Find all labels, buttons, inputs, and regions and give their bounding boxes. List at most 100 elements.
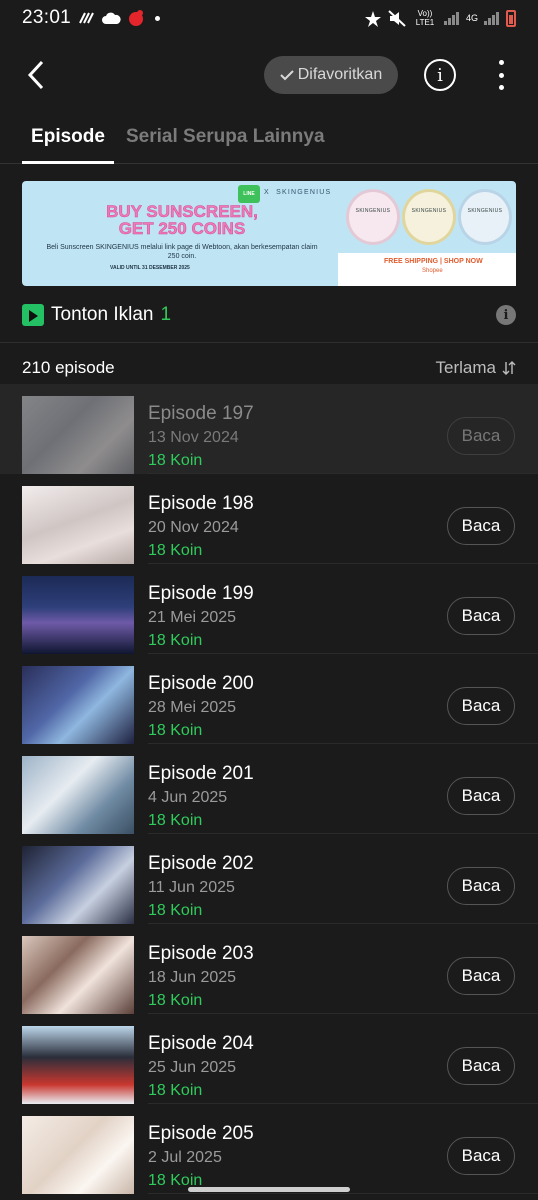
episode-row[interactable]: Episode 204 25 Jun 2025 18 Koin Baca (0, 1014, 538, 1104)
sort-label: Terlama (435, 358, 496, 377)
battery-icon (506, 9, 516, 27)
banner-valid: VALID UNTIL 31 DESEMBER 2025 (110, 265, 190, 271)
episode-thumbnail (22, 486, 134, 564)
episode-date: 28 Mei 2025 (148, 699, 237, 716)
system-icons: Vo)) LTE1 4G (364, 9, 516, 27)
banner-headline-2: GET 250 COINS (118, 219, 246, 238)
signal-2-icon (484, 11, 500, 25)
episode-price: 18 Koin (148, 992, 203, 1009)
status-bar: 23:01 Vo)) LTE1 4G (0, 0, 538, 36)
episode-date: 4 Jun 2025 (148, 789, 228, 806)
banner-brand: X SKINGENIUS (264, 189, 331, 196)
more-notifications-dot-icon (155, 15, 161, 21)
chevron-left-icon (27, 60, 44, 90)
episode-row[interactable]: Episode 200 28 Mei 2025 18 Koin Baca (0, 654, 538, 744)
notification-icons (79, 9, 161, 27)
network-label-lte: Vo)) LTE1 (415, 9, 435, 27)
episode-title: Episode 199 (148, 583, 254, 604)
banner-x-sign: X (264, 189, 270, 196)
read-button[interactable]: Baca (447, 1047, 515, 1085)
episode-date: 2 Jul 2025 (148, 1149, 222, 1166)
favorite-button[interactable]: Difavoritkan (264, 56, 398, 94)
episode-title: Episode 205 (148, 1123, 254, 1144)
episode-date: 21 Mei 2025 (148, 609, 237, 626)
more-options-button[interactable] (490, 60, 512, 90)
episode-price: 18 Koin (148, 632, 203, 649)
tab-episode[interactable]: Episode (22, 126, 114, 164)
episode-thumbnail (22, 756, 134, 834)
episode-title: Episode 204 (148, 1033, 254, 1054)
gift-play-icon (22, 304, 44, 326)
divider (0, 342, 538, 343)
product-label: SKINGENIUS (355, 208, 391, 214)
episode-thumbnail (22, 396, 134, 474)
episode-row[interactable]: Episode 198 20 Nov 2024 18 Koin Baca (0, 474, 538, 564)
episode-thumbnail (22, 1026, 134, 1104)
read-button[interactable]: Baca (447, 867, 515, 905)
info-icon: i (437, 64, 443, 86)
read-button[interactable]: Baca (447, 687, 515, 725)
back-button[interactable] (22, 58, 52, 92)
read-button[interactable]: Baca (447, 957, 515, 995)
banner-headline-1: BUY SUNSCREEN, (106, 202, 258, 221)
banner-headline: BUY SUNSCREEN, GET 250 COINS (82, 202, 282, 238)
missed-call-icon (79, 12, 94, 24)
episode-thumbnail (22, 846, 134, 924)
read-button[interactable]: Baca (447, 777, 515, 815)
watch-ad-count: 1 (160, 304, 172, 325)
episode-row[interactable]: Episode 203 18 Jun 2025 18 Koin Baca (0, 924, 538, 1014)
episode-price: 18 Koin (148, 812, 203, 829)
episode-title: Episode 201 (148, 763, 254, 784)
banner-text-area: LINE X SKINGENIUS BUY SUNSCREEN, GET 250… (22, 181, 338, 286)
status-time: 23:01 (22, 7, 72, 28)
mute-icon (388, 9, 406, 27)
episode-row[interactable]: Episode 197 13 Nov 2024 18 Koin Baca (0, 384, 538, 474)
episode-title: Episode 202 (148, 853, 254, 874)
episode-title: Episode 197 (148, 403, 254, 424)
ad-info-icon[interactable]: i (496, 305, 516, 325)
home-indicator[interactable] (188, 1187, 350, 1192)
top-app-bar: Difavoritkan i (0, 44, 538, 108)
episode-date: 20 Nov 2024 (148, 519, 239, 536)
tab-bar: Episode Serial Serupa Lainnya (0, 116, 538, 164)
webtoon-logo: LINE (238, 185, 260, 203)
episode-thumbnail (22, 576, 134, 654)
episode-row[interactable]: Episode 199 21 Mei 2025 18 Koin Baca (0, 564, 538, 654)
episode-row[interactable]: Episode 205 2 Jul 2025 18 Koin Baca (0, 1104, 538, 1194)
info-button[interactable]: i (424, 59, 456, 91)
sort-button[interactable]: Terlama (436, 358, 516, 378)
product-label: SKINGENIUS (467, 208, 503, 214)
episode-thumbnail (22, 936, 134, 1014)
episode-price: 18 Koin (148, 722, 203, 739)
episode-price: 18 Koin (148, 1082, 203, 1099)
episode-date: 13 Nov 2024 (148, 429, 239, 446)
tab-similar-series[interactable]: Serial Serupa Lainnya (126, 126, 325, 148)
read-button[interactable]: Baca (447, 597, 515, 635)
episode-price: 18 Koin (148, 452, 203, 469)
episode-title: Episode 200 (148, 673, 254, 694)
episode-thumbnail (22, 1116, 134, 1194)
app-notification-icon (129, 10, 144, 26)
read-button[interactable]: Baca (447, 1137, 515, 1175)
episode-thumbnail (22, 666, 134, 744)
network-label-4g: 4G (465, 13, 478, 23)
episode-row[interactable]: Episode 201 4 Jun 2025 18 Koin Baca (0, 744, 538, 834)
cloud-icon (102, 12, 121, 24)
more-dot-icon (498, 72, 504, 78)
favorite-label: Difavoritkan (297, 66, 383, 83)
watch-ad-label: Tonton Iklan (51, 304, 154, 325)
episode-row[interactable]: Episode 202 11 Jun 2025 18 Koin Baca (0, 834, 538, 924)
product-blue: SKINGENIUS (458, 189, 512, 245)
episode-list-header: 210 episode Terlama (22, 356, 516, 380)
read-button[interactable]: Baca (447, 417, 515, 455)
signal-1-icon (443, 11, 460, 25)
banner-description: Beli Sunscreen SKINGENIUS melalui link p… (46, 244, 318, 260)
watch-ad-row[interactable]: Tonton Iklan 1 i (22, 301, 516, 329)
banner-shop: Shopee (422, 268, 443, 274)
row-divider (148, 1193, 538, 1194)
product-yellow: SKINGENIUS (402, 189, 456, 245)
read-button[interactable]: Baca (447, 507, 515, 545)
banner-shipping: FREE SHIPPING | SHOP NOW (384, 258, 483, 265)
sort-arrows-icon (502, 361, 516, 375)
episode-date: 25 Jun 2025 (148, 1059, 237, 1076)
